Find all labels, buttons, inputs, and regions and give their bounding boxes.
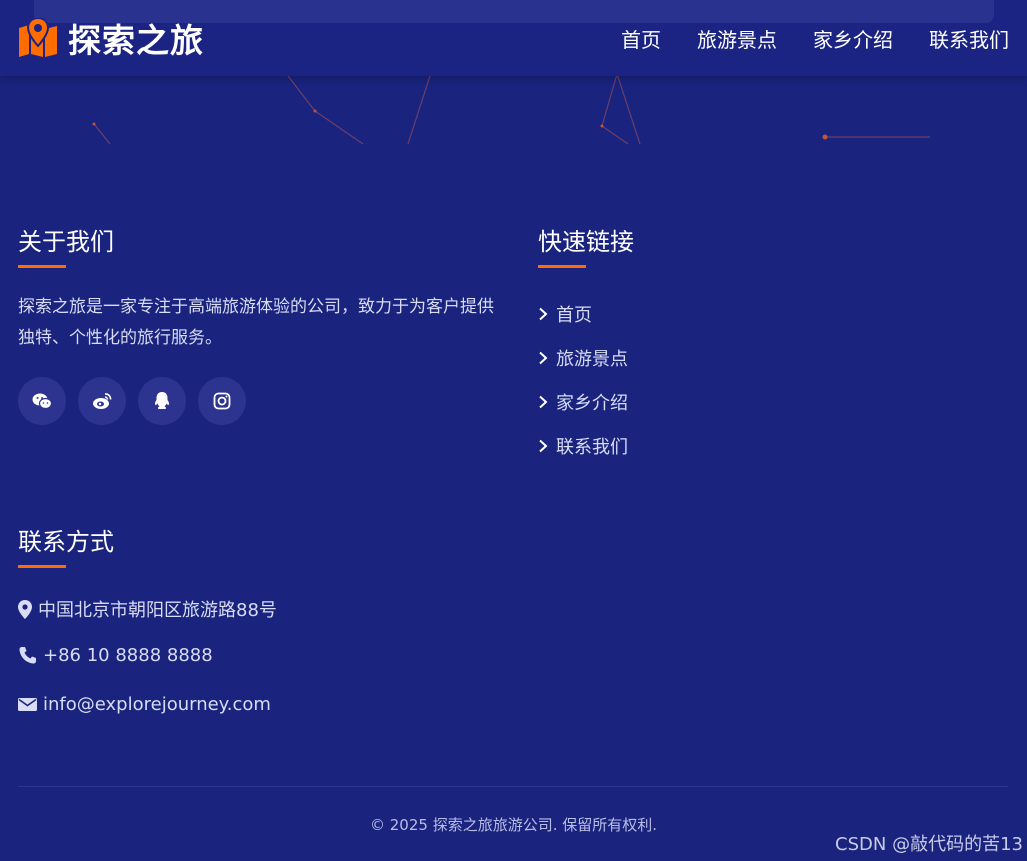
quick-links-underline — [538, 265, 586, 268]
quick-links-title: 快速链接 — [538, 228, 634, 256]
csdn-watermark: CSDN @敲代码的苦13 — [835, 834, 1023, 855]
phone-icon — [19, 647, 36, 664]
map-pin-icon — [19, 18, 57, 57]
chevron-right-icon — [539, 351, 548, 365]
quick-link-contact[interactable]: 联系我们 — [538, 424, 628, 468]
quick-link-home[interactable]: 首页 — [538, 292, 628, 336]
nav-home[interactable]: 首页 — [621, 24, 661, 53]
about-description: 探索之旅是一家专注于高端旅游体验的公司，致力于为客户提供独特、个性化的旅行服务。 — [18, 297, 494, 348]
chevron-right-icon — [539, 307, 548, 321]
brand-name: 探索之旅 — [68, 21, 204, 60]
chevron-right-icon — [539, 439, 548, 453]
quick-links-list: 首页 旅游景点 家乡介绍 联系我们 — [538, 292, 628, 468]
contact-email-text[interactable]: info@explorejourney.com — [43, 694, 271, 715]
instagram-icon — [213, 392, 231, 410]
weibo-button[interactable] — [78, 377, 126, 425]
qq-button[interactable] — [138, 377, 186, 425]
brand-logo[interactable]: 探索之旅 — [18, 18, 204, 60]
nav-hometown[interactable]: 家乡介绍 — [813, 24, 893, 53]
wechat-icon — [32, 393, 52, 410]
main-nav: 首页 旅游景点 家乡介绍 联系我们 — [621, 24, 1009, 53]
envelope-icon — [18, 698, 37, 711]
chevron-right-icon — [539, 395, 548, 409]
map-marker-icon — [18, 599, 32, 619]
quick-link-label: 首页 — [556, 305, 592, 326]
social-links — [18, 377, 246, 425]
nav-contact[interactable]: 联系我们 — [929, 24, 1009, 53]
contact-email: info@explorejourney.com — [18, 694, 271, 715]
contact-phone-text[interactable]: +86 10 8888 8888 — [43, 645, 213, 666]
about-title-underline — [18, 265, 66, 268]
contact-title-underline — [18, 565, 66, 568]
contact-address: 中国北京市朝阳区旅游路88号 — [18, 596, 277, 622]
contact-title: 联系方式 — [18, 528, 114, 556]
quick-link-hometown[interactable]: 家乡介绍 — [538, 380, 628, 424]
quick-link-label: 联系我们 — [556, 437, 628, 458]
quick-link-label: 家乡介绍 — [556, 393, 628, 414]
footer-divider — [18, 786, 1008, 787]
contact-phone: +86 10 8888 8888 — [18, 645, 213, 666]
weibo-icon — [93, 393, 112, 409]
qq-icon — [154, 392, 170, 409]
nav-attractions[interactable]: 旅游景点 — [697, 24, 777, 53]
quick-link-attractions[interactable]: 旅游景点 — [538, 336, 628, 380]
contact-address-text: 中国北京市朝阳区旅游路88号 — [38, 600, 277, 621]
decorative-network-lines — [92, 73, 930, 145]
quick-link-label: 旅游景点 — [556, 349, 628, 370]
wechat-button[interactable] — [18, 377, 66, 425]
about-title: 关于我们 — [18, 228, 114, 256]
instagram-button[interactable] — [198, 377, 246, 425]
header-bar: 探索之旅 首页 旅游景点 家乡介绍 联系我们 — [0, 0, 1027, 76]
